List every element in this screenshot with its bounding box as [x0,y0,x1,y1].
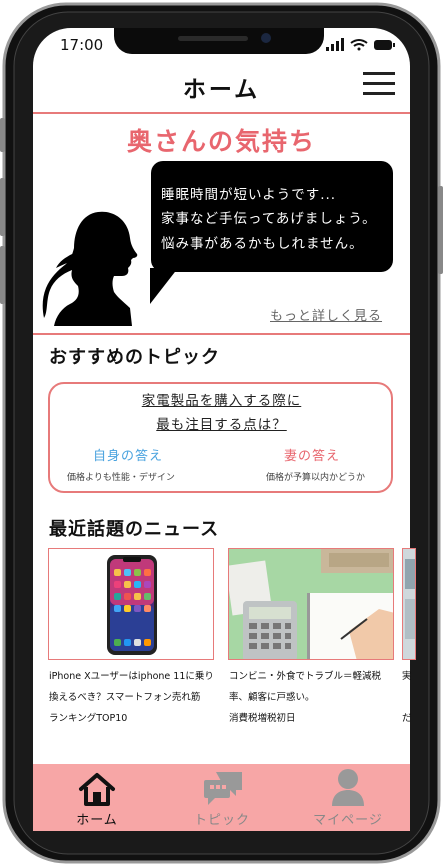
wifi-icon [350,39,368,51]
header-divider [33,112,410,114]
topics-heading: おすすめのトピック [49,347,220,368]
tab-mypage-label[interactable]: マイページ [298,809,398,828]
tab-topic-label[interactable]: トピック [172,809,272,828]
notch [114,28,324,54]
signal-icon [326,38,344,51]
hamburger-menu-button[interactable] [363,70,395,96]
person-icon [332,769,364,806]
woman-silhouette-icon [42,211,138,326]
more-details-link[interactable]: もっと詳しく見る [270,305,382,324]
speaker [178,36,248,41]
feeling-line: 悩み事があるかもしれません。 [161,236,364,252]
wife-answer-label: 妻の答え [284,449,341,464]
news-heading: 最近話題のニュース [49,519,220,540]
feeling-line: 睡眠時間が短いようです... [161,187,337,203]
home-icon [79,773,115,806]
status-icons [326,38,395,51]
battery-icon [374,40,395,50]
news-item-text: コンビニ・外食でトラブル＝軽減税 率、顧客に戸惑い。 消費税増税初日 [229,671,382,724]
smartphone-image [49,549,213,659]
feeling-line: 家事など手伝ってあげましょう。 [161,211,377,227]
section-divider [33,333,410,335]
self-answer-detail: 価格よりも性能・デザイン [67,473,175,483]
news-thumbnail-partial[interactable] [402,548,416,660]
status-time: 17:00 [60,36,104,54]
news-thumbnail-iphone[interactable] [48,548,214,660]
news-item-text: iPhone Xユーザーはiphone 11に乗り 換えるべき？スマートフォン売… [49,671,214,724]
topic-question-line: 最も注目する点は？ [156,417,287,433]
news-thumbnail-calculator[interactable] [228,548,394,660]
calculator-notebook-image [229,549,393,659]
tab-home-label[interactable]: ホーム [47,809,147,828]
feeling-heading: 奥さんの気持ち [126,127,316,156]
wife-answer-detail: 価格が予算以内かどうか [266,473,366,483]
topic-question-line: 家電製品を購入する際に [141,393,302,409]
self-answer-label: 自身の答え [93,449,164,464]
speech-bubble-tail [150,268,178,304]
front-camera [261,33,271,43]
chat-bubbles-icon [204,772,242,805]
news-item-text: 実 だ [402,671,412,724]
